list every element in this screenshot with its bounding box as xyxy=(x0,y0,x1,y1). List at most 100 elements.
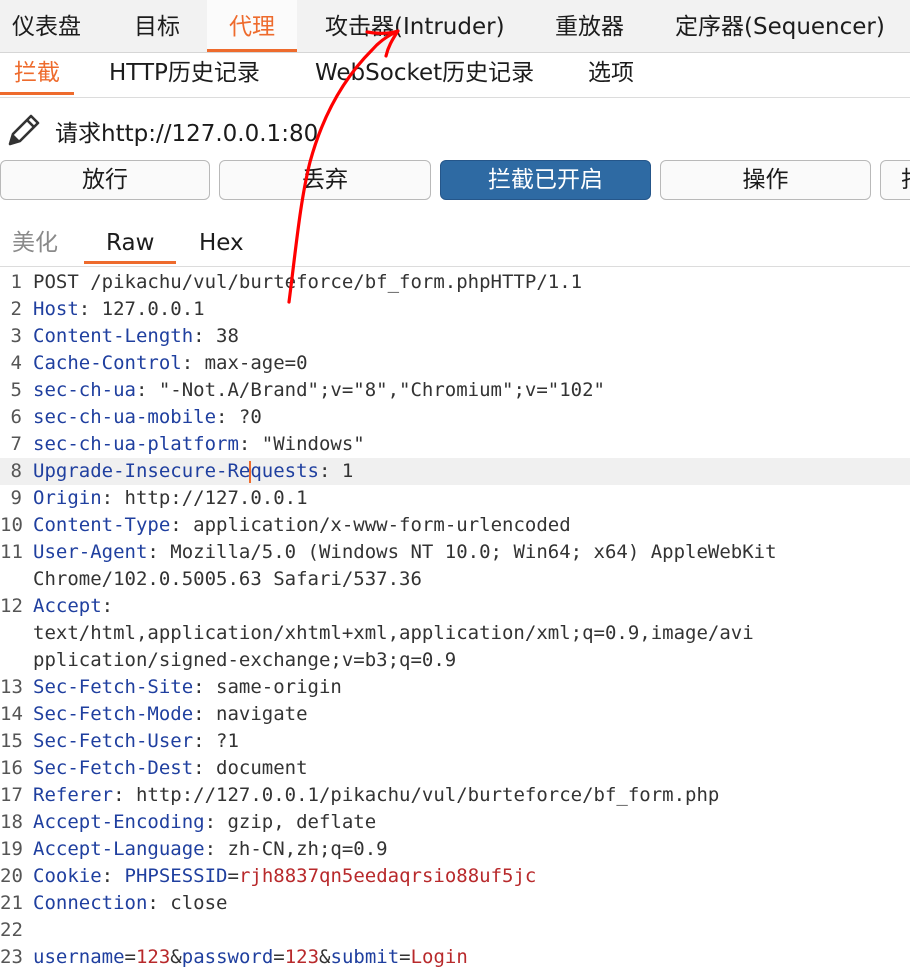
header-value: : same-origin xyxy=(193,676,342,698)
editor-line: 13 Sec-Fetch-Site: same-origin xyxy=(0,674,910,701)
header-name: Content-Length xyxy=(33,325,194,347)
editor-line: 1 POST /pikachu/vul/burteforce/bf_form.ph… xyxy=(0,269,910,296)
header-name: Host xyxy=(33,298,79,320)
header-value: : max-age=0 xyxy=(181,352,308,374)
header-value: : xyxy=(101,865,125,887)
tab-websocket-history[interactable]: WebSocket历史记录 xyxy=(315,53,534,95)
header-name: Accept-Encoding xyxy=(33,811,205,833)
header-name: Cookie xyxy=(33,865,102,887)
tab-sequencer[interactable]: 定序器(Sequencer) xyxy=(675,0,885,52)
line-number: 2 xyxy=(10,298,22,320)
cookie-name: PHPSESSID xyxy=(124,865,228,887)
editor-line: 20 Cookie: PHPSESSID=rjh8837qn5eedaqrsio8… xyxy=(0,863,910,890)
line-number: 7 xyxy=(10,433,22,455)
line-number: 5 xyxy=(10,379,22,401)
editor-line-body: 23 username=123&password=123&submit=Login xyxy=(0,944,910,971)
tab-target[interactable]: 目标 xyxy=(134,0,180,52)
line-number: 11 xyxy=(0,541,23,563)
header-name: Connection xyxy=(33,892,148,914)
message-view-tabs: 美化 Raw Hex xyxy=(0,218,910,267)
editor-line: 21 Connection: close xyxy=(0,890,910,917)
header-value: : application/x-www-form-urlencoded xyxy=(170,514,571,536)
header-name: Cache-Control xyxy=(33,352,182,374)
header-name: sec-ch-ua xyxy=(33,379,136,401)
editor-line: 18 Accept-Encoding: gzip, deflate xyxy=(0,809,910,836)
editor-line: 9 Origin: http://127.0.0.1 xyxy=(0,485,910,512)
header-value: : 38 xyxy=(193,325,239,347)
tab-options[interactable]: 选项 xyxy=(588,53,634,95)
header-value: : "Windows" xyxy=(238,433,365,455)
param-value: Login xyxy=(410,946,468,968)
action-button[interactable]: 操作 xyxy=(660,160,871,200)
header-name: Content-Type xyxy=(33,514,171,536)
header-value: Chrome/102.0.5005.63 Safari/537.36 xyxy=(33,568,422,590)
param-name: submit xyxy=(330,946,400,968)
tab-pretty[interactable]: 美化 xyxy=(12,224,58,264)
header-value: : http://127.0.0.1/pikachu/vul/burteforc… xyxy=(113,784,720,806)
header-name: sec-ch-ua-mobile xyxy=(33,406,217,428)
header-value: : "-Not.A/Brand";v="8","Chromium";v="102… xyxy=(135,379,605,401)
header-value: : navigate xyxy=(193,703,308,725)
editor-line: 16 Sec-Fetch-Dest: document xyxy=(0,755,910,782)
header-name-part: Upgrade-Insecure-Re xyxy=(33,460,251,482)
header-name: sec-ch-ua-platform xyxy=(33,433,239,455)
line-number: 9 xyxy=(10,487,22,509)
header-value: : xyxy=(101,595,114,617)
param-name: password xyxy=(181,946,274,968)
editor-line-empty: 22 xyxy=(0,917,910,944)
line-number: 13 xyxy=(0,676,23,698)
line-number: 8 xyxy=(10,460,22,482)
tab-hex[interactable]: Hex xyxy=(199,224,244,264)
tab-http-history[interactable]: HTTP历史记录 xyxy=(109,53,260,95)
tab-proxy[interactable]: 代理 xyxy=(207,0,297,52)
line-number: 6 xyxy=(10,406,22,428)
header-value: : ?0 xyxy=(216,406,262,428)
editor-line: 14 Sec-Fetch-Mode: navigate xyxy=(0,701,910,728)
header-name-part: quests xyxy=(250,460,319,482)
tab-dashboard[interactable]: 仪表盘 xyxy=(12,0,81,52)
tab-intruder[interactable]: 攻击器(Intruder) xyxy=(325,0,505,52)
tab-intercept[interactable]: 拦截 xyxy=(0,53,74,95)
header-value: text/html,application/xhtml+xml,applicat… xyxy=(33,622,754,644)
header-name: Accept xyxy=(33,595,102,617)
open-browser-button[interactable]: 打 xyxy=(880,160,910,200)
param-equals: = xyxy=(273,946,285,968)
line-number: 23 xyxy=(0,946,23,968)
editor-line: 15 Sec-Fetch-User: ?1 xyxy=(0,728,910,755)
editor-line: 6 sec-ch-ua-mobile: ?0 xyxy=(0,404,910,431)
editor-line-wrap: Chrome/102.0.5005.63 Safari/537.36 xyxy=(0,566,910,593)
editor-line: 10 Content-Type: application/x-www-form-u… xyxy=(0,512,910,539)
line-number: 21 xyxy=(0,892,23,914)
request-info: 请求http://127.0.0.1:80 xyxy=(0,106,910,152)
header-value: : http://127.0.0.1 xyxy=(101,487,308,509)
tab-repeater[interactable]: 重放器 xyxy=(555,0,624,52)
tab-raw[interactable]: Raw xyxy=(84,224,177,264)
header-value: : Mozilla/5.0 (Windows NT 10.0; Win64; x… xyxy=(147,541,777,563)
raw-request-editor[interactable]: 1 POST /pikachu/vul/burteforce/bf_form.ph… xyxy=(0,269,910,976)
header-value: : zh-CN,zh;q=0.9 xyxy=(204,838,388,860)
editor-line-current: 8 Upgrade-Insecure-Requests: 1 xyxy=(0,458,910,485)
line-number: 3 xyxy=(10,325,22,347)
cookie-equals: = xyxy=(227,865,239,887)
param-value: 123 xyxy=(284,946,320,968)
editor-line: 7 sec-ch-ua-platform: "Windows" xyxy=(0,431,910,458)
line-number: 1 xyxy=(10,271,22,293)
pencil-icon[interactable] xyxy=(4,110,44,150)
forward-button[interactable]: 放行 xyxy=(0,160,210,200)
editor-line: 17 Referer: http://127.0.0.1/pikachu/vul/… xyxy=(0,782,910,809)
param-equals: = xyxy=(399,946,411,968)
editor-line: 5 sec-ch-ua: "-Not.A/Brand";v="8","Chromi… xyxy=(0,377,910,404)
cookie-value: rjh8837qn5eedaqrsio88uf5jc xyxy=(238,865,537,887)
editor-line: 4 Cache-Control: max-age=0 xyxy=(0,350,910,377)
line-number: 19 xyxy=(0,838,23,860)
proxy-sub-tab-bar: 拦截 HTTP历史记录 WebSocket历史记录 选项 xyxy=(0,53,910,98)
header-value: : gzip, deflate xyxy=(204,811,377,833)
header-name: Sec-Fetch-User xyxy=(33,730,194,752)
line-number: 15 xyxy=(0,730,23,752)
line-number: 14 xyxy=(0,703,23,725)
param-separator: & xyxy=(170,946,182,968)
drop-button[interactable]: 丢弃 xyxy=(219,160,431,200)
line-number: 22 xyxy=(0,919,23,941)
editor-line: 12 Accept: xyxy=(0,593,910,620)
intercept-toggle-button[interactable]: 拦截已开启 xyxy=(440,160,651,200)
